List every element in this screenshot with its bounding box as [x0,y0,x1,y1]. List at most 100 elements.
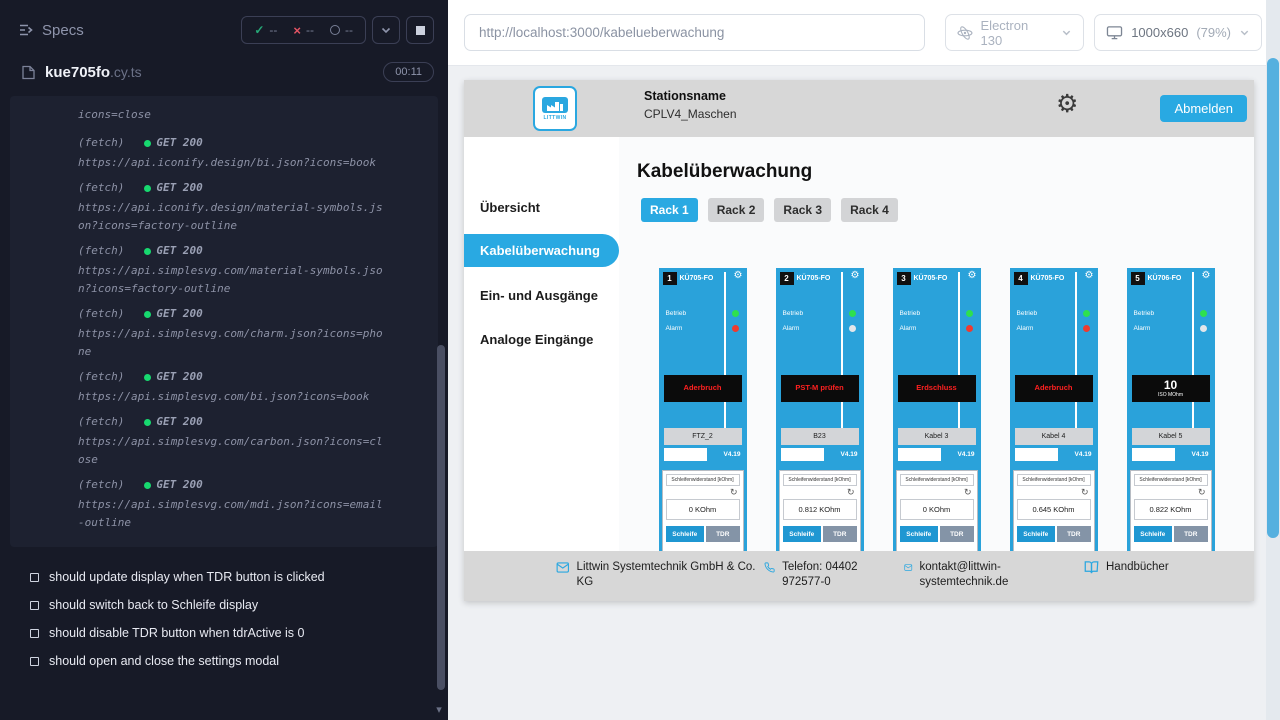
command-log-entry[interactable]: (fetch)GET 200 https://api.simplesvg.com… [10,409,438,472]
sidebar-item-kabelueberwachung[interactable]: Kabelüberwachung [464,234,619,267]
card-settings-gear-icon[interactable]: ⚙ [851,271,860,281]
firmware-version: V4.19 [1175,448,1209,461]
refresh-icon[interactable]: ↻ [900,486,974,499]
cable-name: Kabel 3 [898,428,976,445]
status-display: Erdschluss [898,375,976,402]
schleife-button[interactable]: Schleife [1134,526,1173,542]
card-settings-gear-icon[interactable]: ⚙ [734,271,743,281]
tab-rack-2[interactable]: Rack 2 [708,198,765,222]
tdr-button[interactable]: TDR [940,526,973,542]
command-log-entry[interactable]: (fetch)GET 200 https://api.simplesvg.com… [10,238,438,301]
schleife-button[interactable]: Schleife [783,526,822,542]
sidebar-item-ein-und-ausgaenge[interactable]: Ein- und Ausgänge [464,273,619,317]
card-settings-gear-icon[interactable]: ⚙ [1085,271,1094,281]
command-log-entry[interactable]: (fetch)GET 200 https://api.iconify.desig… [10,130,438,175]
firmware-version: V4.19 [1058,448,1092,461]
status-ok-dot-icon [144,311,151,318]
command-log-entry[interactable]: (fetch)GET 200 https://api.iconify.desig… [10,175,438,238]
slot-number-badge: 1 [663,272,677,285]
refresh-icon[interactable]: ↻ [1134,486,1208,499]
measurement-label: Schleifenwiderstand [kOhm] [1017,474,1091,486]
page-title: Kabelüberwachung [637,161,1254,183]
request-url: https://api.simplesvg.com/material-symbo… [78,262,384,298]
reporter-scroll-down-button[interactable]: ▾ [432,702,446,718]
tab-rack-1[interactable]: Rack 1 [641,198,698,222]
alarm-led [1200,325,1207,332]
test-box-icon [30,573,39,582]
cable-name: Kabel 4 [1015,428,1093,445]
stop-tests-button[interactable] [406,16,434,44]
test-box-icon [30,601,39,610]
footer-manuals-link[interactable]: Handbücher [1084,560,1214,575]
specs-label: Specs [42,22,84,39]
tdr-button[interactable]: TDR [1174,526,1207,542]
status-ok-dot-icon [144,419,151,426]
device-model: KÜ705-FO [914,275,948,282]
sidebar-item-analoge-eingaenge[interactable]: Analoge Eingänge [464,317,619,361]
request-url: https://api.simplesvg.com/bi.json?icons=… [78,388,384,406]
divider [1192,272,1194,428]
slot-number-badge: 2 [780,272,794,285]
fetch-label: (fetch) [78,368,124,386]
measurement-panel: Schleifenwiderstand [kOhm] ↻ 0 KOhm Schl… [662,470,744,551]
browser-toolbar: Electron 130 1000x660 (79%) [448,0,1266,66]
input-field [1015,448,1059,461]
collapse-dropdown-button[interactable] [372,16,400,44]
test-stats[interactable]: ✓-- ×-- -- [241,16,366,44]
tdr-button[interactable]: TDR [823,526,856,542]
stat-passed: ✓-- [246,23,285,37]
tab-rack-3[interactable]: Rack 3 [774,198,831,222]
viewport-scale: (79%) [1196,25,1231,40]
request-url-continuation[interactable]: icons=close [10,106,438,130]
spec-timer-badge: 00:11 [383,62,434,82]
fetch-label: (fetch) [78,179,124,197]
browser-selector[interactable]: Electron 130 [945,14,1085,51]
reporter-header: Specs ✓-- ×-- -- [0,0,448,54]
status-display: 10 ISO MOhm [1132,375,1210,402]
schleife-button[interactable]: Schleife [666,526,705,542]
command-log-entry[interactable]: (fetch)GET 200 https://api.simplesvg.com… [10,472,438,535]
settings-gear-icon[interactable]: ⚙ [1056,92,1078,117]
slot-number-badge: 4 [1014,272,1028,285]
divider [1075,272,1077,428]
command-log-entry[interactable]: (fetch)GET 200 https://api.simplesvg.com… [10,364,438,409]
spec-file-row[interactable]: kue705fo.cy.ts 00:11 [0,54,448,90]
request-url: https://api.simplesvg.com/carbon.json?ic… [78,433,384,469]
tab-rack-4[interactable]: Rack 4 [841,198,898,222]
test-title[interactable]: should switch back to Schleife display [0,591,448,619]
url-bar[interactable] [464,14,925,51]
reporter-scrollbar-thumb[interactable] [437,345,445,690]
refresh-icon[interactable]: ↻ [783,486,857,499]
card-settings-gear-icon[interactable]: ⚙ [968,271,977,281]
sidebar-item-uebersicht[interactable]: Übersicht [464,185,619,229]
measurement-panel: Schleifenwiderstand [kOhm] ↻ 0.812 KOhm … [779,470,861,551]
test-title[interactable]: should update display when TDR button is… [0,563,448,591]
cable-name: Kabel 5 [1132,428,1210,445]
tdr-button[interactable]: TDR [706,526,739,542]
measurement-label: Schleifenwiderstand [kOhm] [666,474,740,486]
device-card: 4 KÜ705-FO ⚙ Betrieb Alarm Aderbruch Kab… [1010,268,1098,551]
tdr-button[interactable]: TDR [1057,526,1090,542]
alarm-led [1083,325,1090,332]
littwin-logo-icon [542,97,568,113]
schleife-button[interactable]: Schleife [900,526,939,542]
refresh-icon[interactable]: ↻ [1017,486,1091,499]
specs-menu[interactable]: Specs [18,22,84,39]
test-title[interactable]: should open and close the settings modal [0,647,448,675]
divider [958,272,960,428]
status-display: PST-M prüfen [781,375,859,402]
footer-phone: Telefon: 04402 972577-0 [764,560,876,590]
page-scrollbar-thumb[interactable] [1267,58,1279,538]
viewport-selector[interactable]: 1000x660 (79%) [1094,14,1262,51]
card-settings-gear-icon[interactable]: ⚙ [1202,271,1211,281]
logout-button[interactable]: Abmelden [1160,95,1247,122]
request-url: https://api.simplesvg.com/charm.json?ico… [78,325,384,361]
page-scrollbar[interactable] [1266,0,1280,720]
schleife-button[interactable]: Schleife [1017,526,1056,542]
command-log-entry[interactable]: (fetch)GET 200 https://api.simplesvg.com… [10,301,438,364]
refresh-icon[interactable]: ↻ [666,486,740,499]
fetch-label: (fetch) [78,413,124,431]
status-display: Aderbruch [664,375,742,402]
fetch-label: (fetch) [78,476,124,494]
test-title[interactable]: should disable TDR button when tdrActive… [0,619,448,647]
